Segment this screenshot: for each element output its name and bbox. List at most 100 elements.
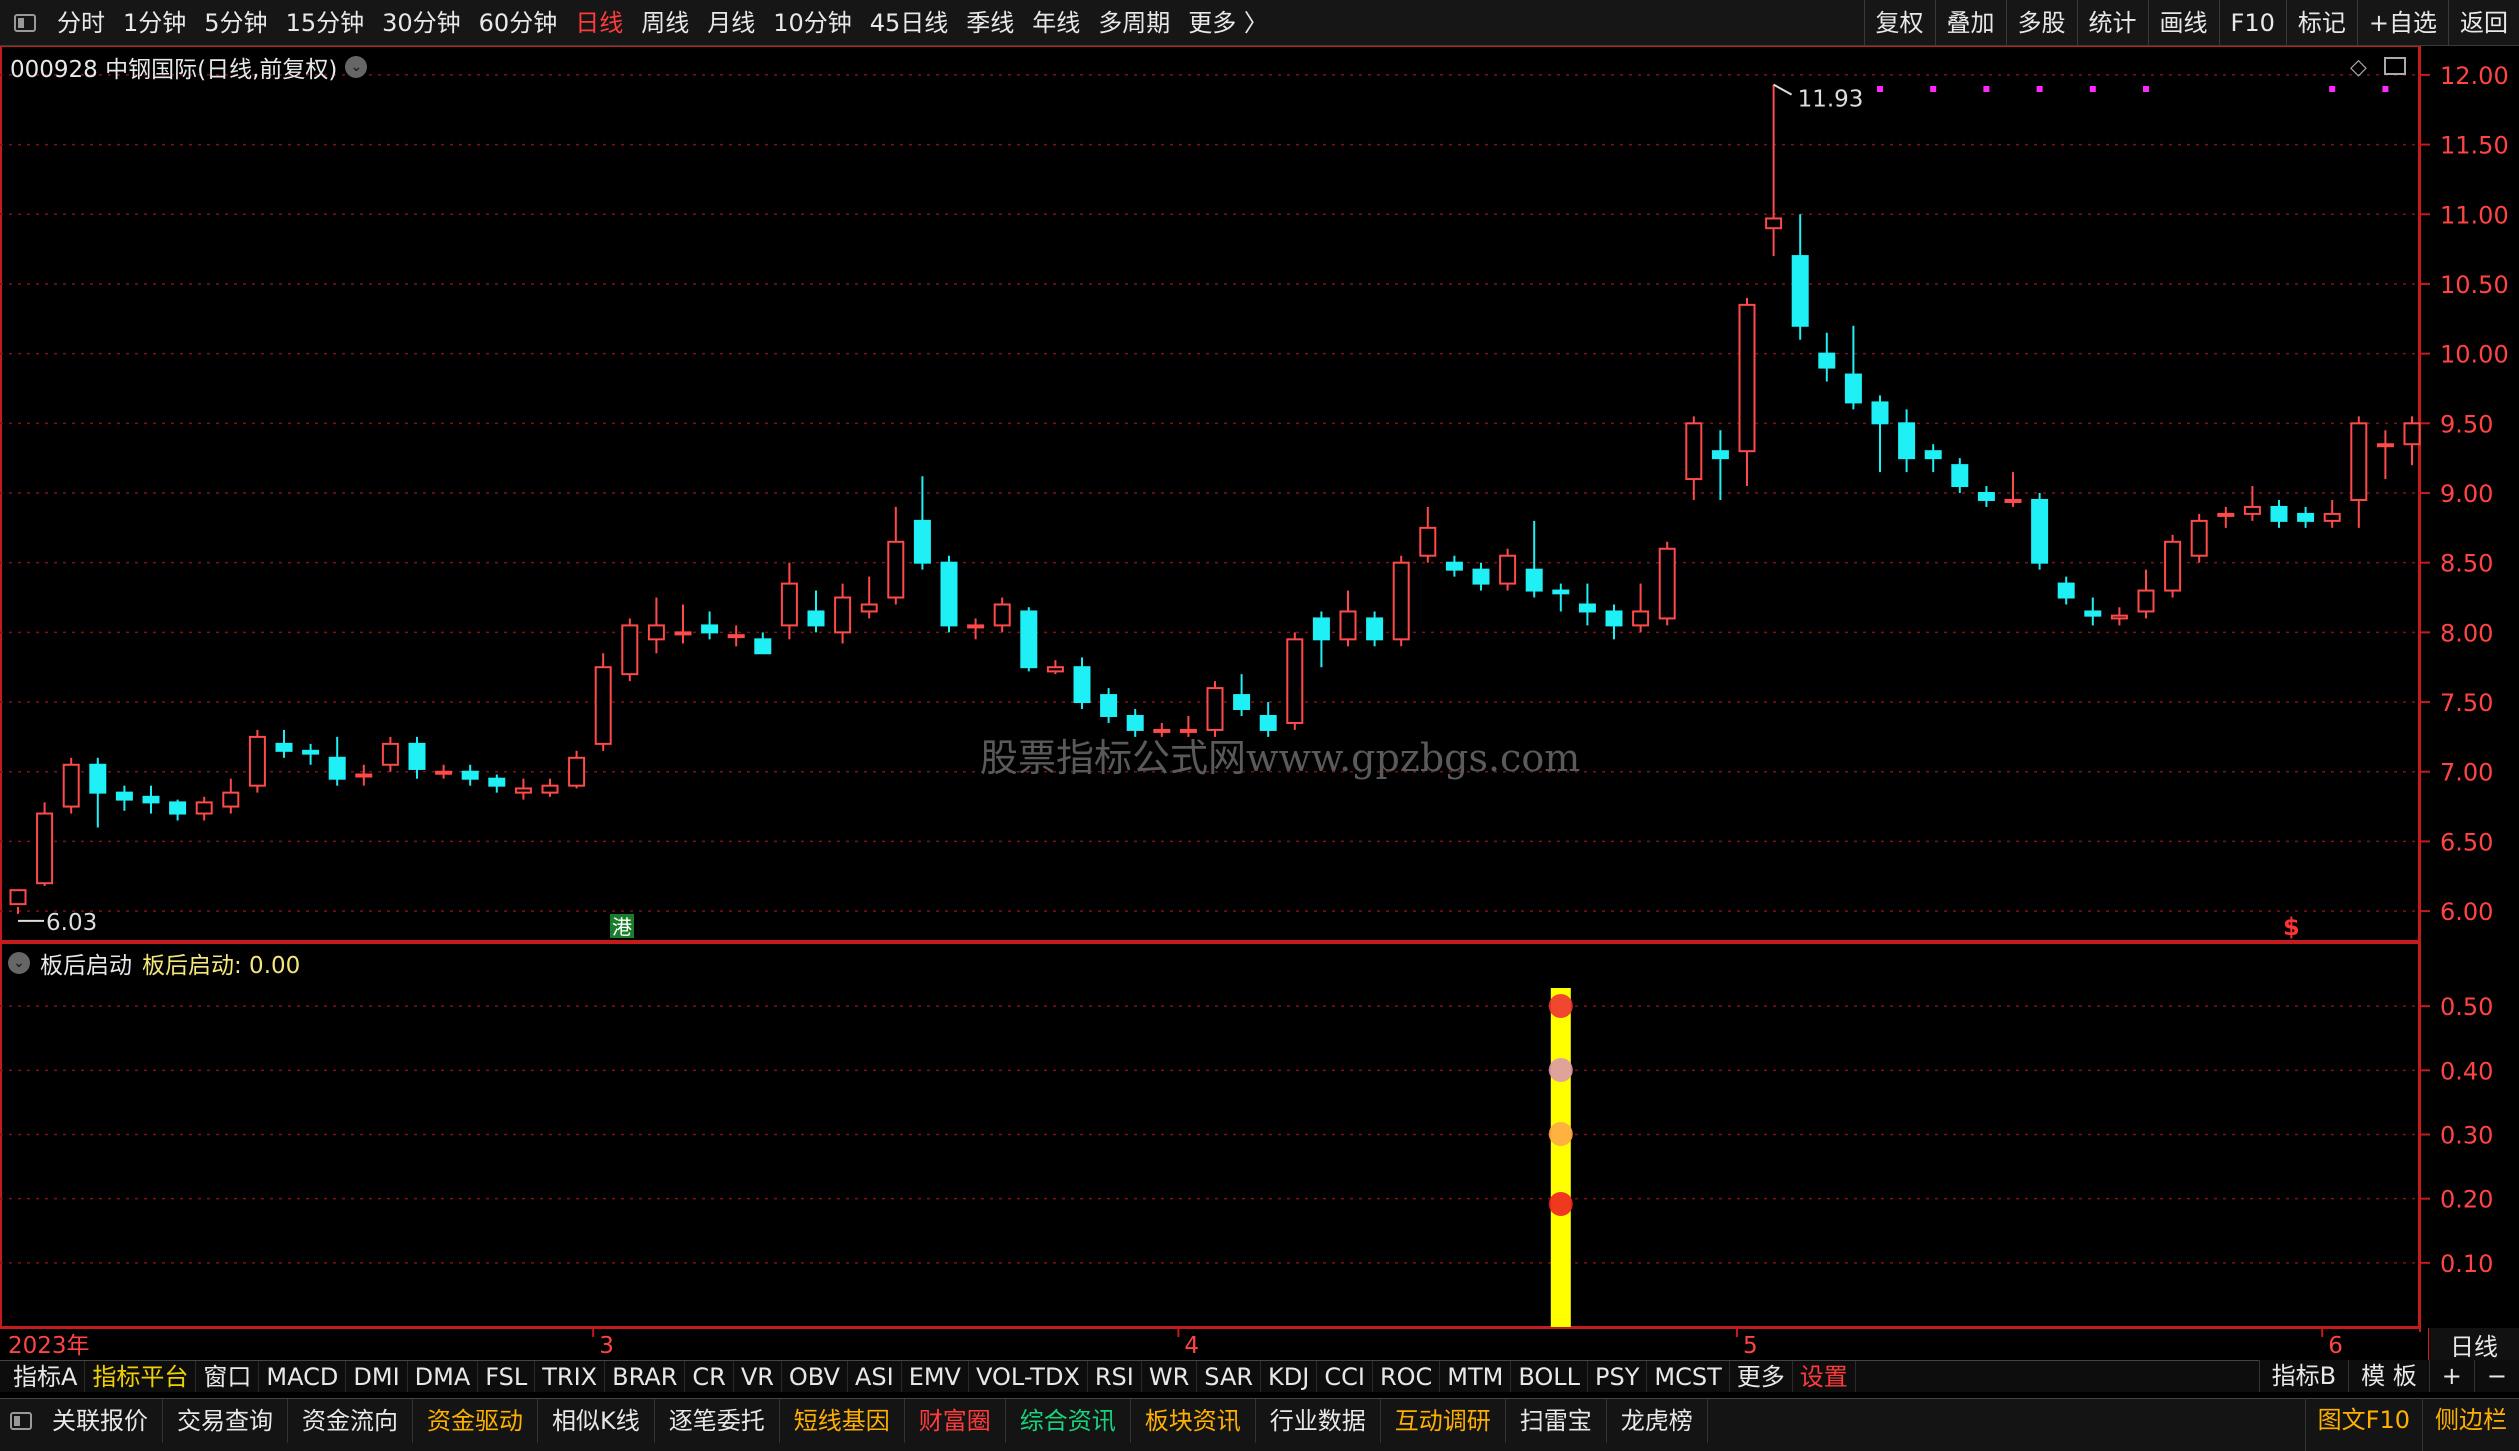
indicator-tab[interactable]: DMI [346, 1361, 408, 1392]
indicator-tool[interactable]: + [2428, 1360, 2474, 1392]
bottom-right-button[interactable]: 图文F10 [2304, 1398, 2422, 1451]
bottom-tab[interactable]: 关联报价 [38, 1399, 163, 1443]
period-tab[interactable]: 季线 [957, 0, 1023, 45]
period-tab[interactable]: 15分钟 [277, 0, 374, 45]
indicator-tool[interactable]: − [2473, 1360, 2519, 1392]
indicator-tab[interactable]: FSL [478, 1361, 536, 1392]
indicator-tab[interactable]: VOL-TDX [969, 1361, 1088, 1392]
period-tab[interactable]: 月线 [698, 0, 764, 45]
toolbar-button[interactable]: 统计 [2076, 0, 2148, 45]
period-tab[interactable]: 45日线 [861, 0, 958, 45]
indicator-tab[interactable]: WR [1142, 1361, 1198, 1392]
candle-down [1977, 492, 1995, 501]
indicator-tab[interactable]: ROC [1373, 1361, 1441, 1392]
toolbar-button[interactable]: 画线 [2147, 0, 2219, 45]
period-toolbar: 分时 1分钟 5分钟 15分钟 30分钟 60分钟 日线 周线 月线 10分钟 45日线 季线 年线 多周… [0, 0, 2519, 46]
period-tab[interactable]: 更多 〉 [1179, 0, 1277, 45]
candle-up [1632, 610, 1650, 627]
bottom-tab[interactable]: 短线基因 [780, 1399, 905, 1443]
indicator-tab[interactable]: BRAR [605, 1361, 686, 1392]
candle-down [169, 801, 187, 815]
candle-down [754, 638, 772, 655]
bottom-tab[interactable]: 行业数据 [1256, 1399, 1381, 1443]
period-tab[interactable]: 周线 [632, 0, 698, 45]
period-tab[interactable]: 5分钟 [195, 0, 276, 45]
indicator-tab[interactable]: PSY [1588, 1361, 1648, 1392]
candle-up [594, 666, 612, 745]
indicator-tab[interactable]: MACD [259, 1361, 347, 1392]
indicator-tab[interactable]: KDJ [1261, 1361, 1318, 1392]
bottom-tab[interactable]: 资金流向 [288, 1399, 413, 1443]
period-tab[interactable]: 10分钟 [764, 0, 861, 45]
bottom-tab[interactable]: 相似K线 [538, 1399, 655, 1443]
toolbar-button[interactable]: 复权 [1863, 0, 1935, 45]
indicator-tab[interactable]: 指标平台 [85, 1361, 197, 1392]
indicator-tab[interactable]: RSI [1088, 1361, 1142, 1392]
candle-up [514, 787, 532, 794]
bottom-tab[interactable]: 资金驱动 [413, 1399, 538, 1443]
period-label[interactable]: 日线 [2428, 1328, 2519, 1361]
indicator-tab[interactable]: 指标A [6, 1361, 86, 1392]
candle-up [993, 603, 1011, 627]
candle-up [1499, 554, 1517, 585]
bottom-function-bar: 关联报价 交易查询 资金流向 资金驱动 相似K线 逐笔委托 短线基因 财富圈 综合资讯 板块资讯行… [0, 1398, 2519, 1451]
toolbar-button[interactable]: +自选 [2356, 0, 2448, 45]
toolbar-button[interactable]: 多股 [2005, 0, 2077, 45]
candle-up [1738, 303, 1756, 453]
indicator-tool[interactable]: 模 板 [2348, 1360, 2429, 1392]
candle-up [834, 596, 852, 634]
indicator-tab[interactable]: MTM [1440, 1361, 1512, 1392]
period-tab[interactable]: 日线 [566, 0, 632, 45]
period-tab[interactable]: 年线 [1023, 0, 1089, 45]
bottom-tab[interactable]: 财富圈 [905, 1399, 1006, 1443]
s-badge: $ [2283, 913, 2300, 941]
bottom-tab[interactable]: 互动调研 [1381, 1399, 1506, 1443]
indicator-tab[interactable]: 更多 [1730, 1361, 1793, 1392]
indicator-tab[interactable]: MCST [1647, 1361, 1730, 1392]
bottom-tab[interactable]: 交易查询 [163, 1399, 288, 1443]
indicator-tool[interactable]: 指标B [2258, 1360, 2348, 1392]
chevron-down-icon[interactable]: ⌄ [345, 56, 368, 78]
bottom-right-button[interactable]: 侧边栏 [2422, 1398, 2519, 1451]
candle-down [1791, 255, 1809, 327]
period-tab[interactable]: 分时 [48, 0, 114, 45]
signal-bar [1550, 988, 1571, 1328]
toolbar-button[interactable]: 叠加 [1934, 0, 2006, 45]
indicator-tab[interactable]: 设置 [1793, 1361, 1856, 1392]
indicator-tab[interactable]: VR [734, 1361, 782, 1392]
panel-toggle-icon[interactable] [10, 1412, 32, 1430]
chevron-down-icon[interactable]: ⌄ [8, 952, 30, 974]
price-tick-label: 11.50 [2440, 132, 2509, 160]
bottom-tab[interactable]: 扫雷宝 [1506, 1399, 1607, 1443]
price-tick-label: 7.50 [2440, 689, 2493, 717]
indicator-tab[interactable]: SAR [1197, 1361, 1262, 1392]
indicator-tab[interactable]: 窗口 [196, 1361, 260, 1392]
bottom-tab[interactable]: 板块资讯 [1131, 1399, 1256, 1443]
period-tab[interactable]: 30分钟 [373, 0, 470, 45]
period-tab[interactable]: 1分钟 [114, 0, 195, 45]
hk-badge-text: 港 [612, 915, 632, 939]
indicator-tab[interactable]: BOLL [1511, 1361, 1589, 1392]
indicator-tab[interactable]: CCI [1317, 1361, 1373, 1392]
bottom-tab[interactable]: 逐笔委托 [655, 1399, 780, 1443]
period-tab[interactable]: 多周期 [1089, 0, 1179, 45]
indicator-tab[interactable]: CR [685, 1361, 734, 1392]
period-tab[interactable]: 60分钟 [470, 0, 567, 45]
indicator-tab[interactable]: EMV [902, 1361, 969, 1392]
candle-up [435, 770, 453, 775]
indicator-tab[interactable]: OBV [782, 1361, 848, 1392]
bottom-tab[interactable]: 龙虎榜 [1607, 1399, 1708, 1443]
bottom-tab[interactable]: 综合资讯 [1006, 1399, 1131, 1443]
indicator-tab[interactable]: DMA [408, 1361, 479, 1392]
candle-up [195, 801, 213, 815]
toolbar-button[interactable]: 返回 [2448, 0, 2519, 45]
indicator-chart[interactable]: 0.50 0.40 0.30 0.20 0.10 [0, 942, 2519, 1332]
indicator-tab[interactable]: TRIX [535, 1361, 606, 1392]
indicator-tab[interactable]: ASI [848, 1361, 902, 1392]
candlestick-chart[interactable]: 12.00 11.50 11.00 10.50 10.00 9.50 9.00 8.50 8.0… [0, 46, 2519, 942]
signal-icon [1548, 1122, 1573, 1146]
max-pointer [1773, 83, 1793, 96]
toolbar-button[interactable]: F10 [2218, 0, 2286, 45]
toolbar-button[interactable]: 标记 [2285, 0, 2357, 45]
window-toggle-icon[interactable] [14, 13, 36, 32]
